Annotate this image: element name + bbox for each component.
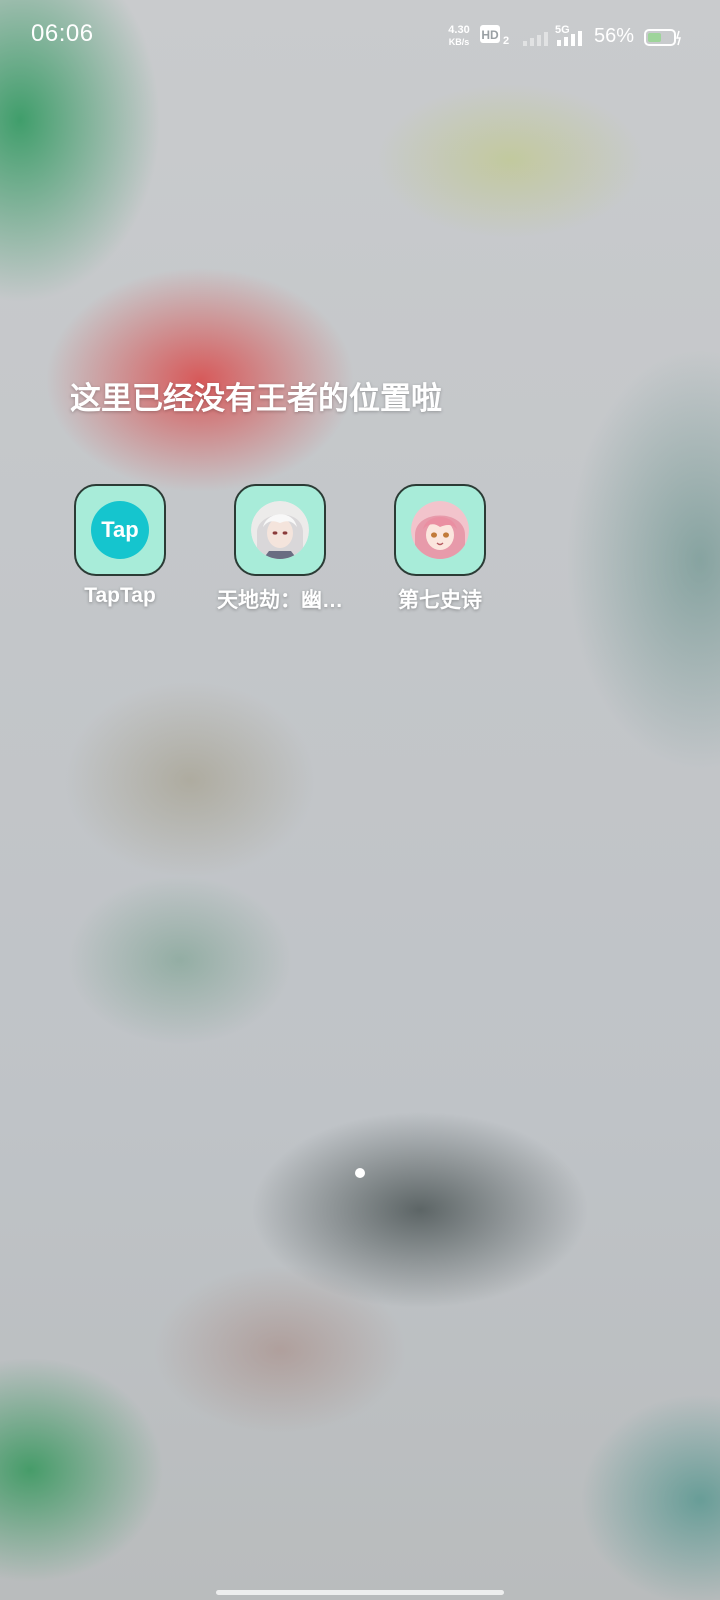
taptap-icon[interactable]: Tap	[74, 484, 166, 576]
taptap-logo-text: Tap	[101, 517, 139, 542]
network-type-text: 5G	[555, 24, 570, 36]
battery-icon	[644, 29, 681, 46]
wallpaper	[0, 0, 720, 1600]
app-label: 天地劫：幽…	[217, 589, 343, 612]
battery-percent: 56%	[594, 25, 635, 47]
tiandijie-avatar	[251, 501, 309, 559]
epic-seven-avatar-art	[411, 501, 469, 559]
network-speed-value: 4.30	[448, 24, 470, 36]
page-indicator-dot[interactable]	[355, 1168, 365, 1178]
network-speed-unit: KB/s	[448, 37, 470, 47]
taptap-logo: Tap	[91, 501, 149, 559]
5g-signal-icon: 5G	[555, 24, 582, 46]
app-label: 第七史诗	[398, 589, 482, 612]
epic-seven-avatar-icon[interactable]	[394, 484, 486, 576]
status-clock: 06:06	[31, 20, 94, 47]
app-label: TapTap	[84, 584, 156, 607]
hd-icon: HD 2	[480, 25, 509, 47]
app-taptap[interactable]: Tap TapTap	[40, 484, 200, 608]
app-epic-seven[interactable]: 第七史诗	[360, 484, 520, 614]
signal-strength-icon	[523, 32, 548, 46]
folder-title[interactable]: 这里已经没有王者的位置啦	[70, 373, 442, 418]
app-tiandijie[interactable]: 天地劫：幽…	[200, 484, 360, 614]
tiandijie-avatar-art	[251, 501, 309, 559]
home-gesture-bar[interactable]	[216, 1590, 504, 1595]
epic-seven-avatar	[411, 501, 469, 559]
network-speed: 4.30 KB/s	[444, 24, 474, 48]
tiandijie-avatar-icon[interactable]	[234, 484, 326, 576]
hd-sub-text: 2	[503, 35, 509, 47]
status-bar: 06:06 4.30 KB/s HD 2 5G 56%	[0, 0, 720, 72]
hd-badge-text: HD	[481, 28, 499, 42]
